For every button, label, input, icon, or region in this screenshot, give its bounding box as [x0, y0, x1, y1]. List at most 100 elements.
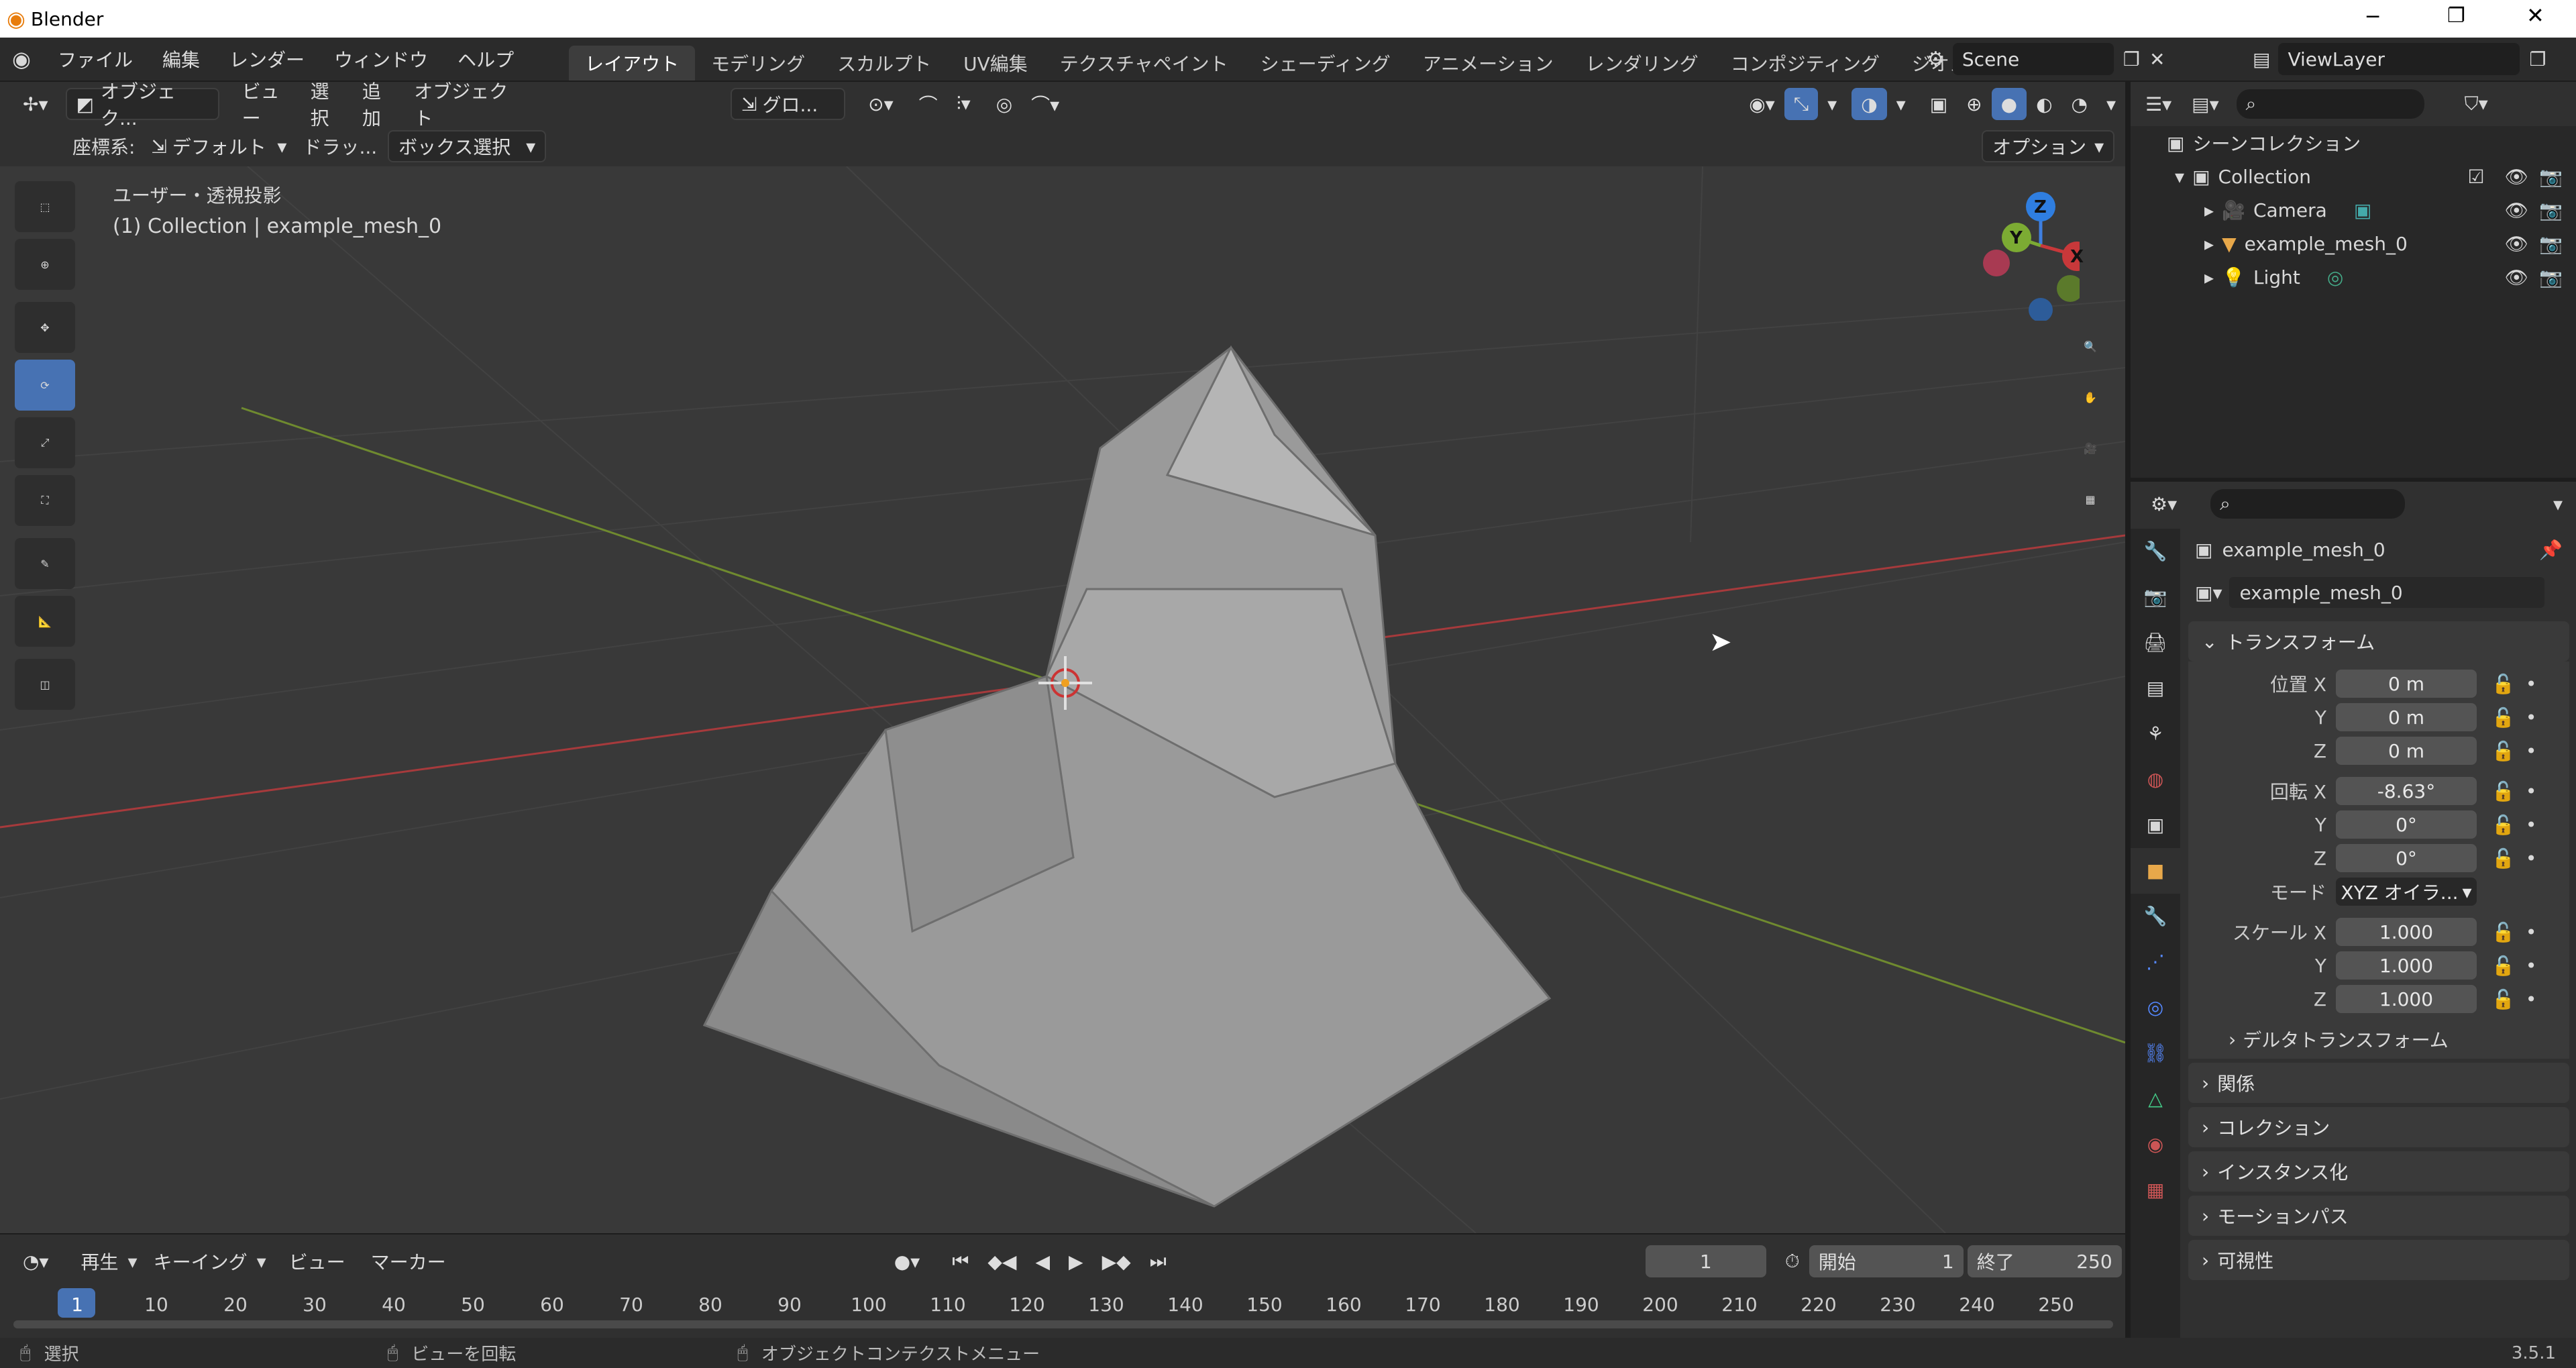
menu-playback[interactable]: 再生 [72, 1245, 128, 1277]
perspective-toggle-icon[interactable]: ▦ [2066, 475, 2114, 523]
wireframe-shading-icon[interactable]: ⊕ [1957, 88, 1991, 120]
datablock-name-field[interactable]: example_mesh_0 [2229, 577, 2544, 608]
snap-toggle-icon[interactable]: ⌒ [910, 88, 947, 120]
coord-dropdown[interactable]: ⇲ デフォルト ▾ [142, 130, 296, 162]
rotation-z-field[interactable]: 0° [2336, 844, 2477, 872]
editor-type-icon[interactable]: ✢▾ [13, 88, 58, 120]
keyframe-dot-icon[interactable]: • [2526, 921, 2537, 943]
lock-icon[interactable]: 🔓 [2491, 921, 2515, 943]
tab-rendering[interactable]: レンダリング [1570, 46, 1715, 81]
rotate-tool-icon[interactable]: ⟳ [15, 360, 75, 411]
outliner-item-camera[interactable]: ▸ 🎥 Camera ▣ 👁 📷 [2131, 193, 2576, 227]
chevron-down-icon[interactable]: ▾ [2553, 493, 2563, 515]
snap-target-icon[interactable]: ⫶▾ [947, 88, 980, 120]
gizmo-dropdown-icon[interactable]: ▾ [1818, 88, 1846, 120]
location-x-field[interactable]: 0 m [2336, 670, 2477, 698]
new-scene-icon[interactable]: ❐ [2123, 48, 2140, 70]
collection-row[interactable]: ▾ ▣ Collection ☑ 👁 📷 [2131, 160, 2576, 193]
play-reverse-icon[interactable]: ◀ [1026, 1245, 1059, 1277]
view-layer-name-field[interactable]: ViewLayer [2278, 43, 2520, 75]
tab-animation[interactable]: アニメーション [1407, 46, 1570, 81]
menu-view[interactable]: ビュー [233, 81, 301, 129]
xray-toggle-icon[interactable]: ▣ [1921, 88, 1957, 120]
transform-panel-header[interactable]: ⌄ トランスフォーム [2188, 621, 2569, 662]
light-data-icon[interactable]: ◎ [2327, 266, 2343, 288]
material-shading-icon[interactable]: ◐ [2027, 88, 2061, 120]
frame-start-field[interactable]: 開始 1 [1809, 1245, 1964, 1277]
eye-icon[interactable]: 👁 [2505, 199, 2529, 221]
prev-keyframe-icon[interactable]: ◆◀ [978, 1245, 1026, 1277]
eye-icon[interactable]: 👁 [2505, 166, 2529, 188]
visibility-icon[interactable]: ◉▾ [1739, 88, 1784, 120]
move-tool-icon[interactable]: ✥ [15, 302, 75, 353]
keyframe-dot-icon[interactable]: • [2526, 814, 2537, 836]
measure-tool-icon[interactable]: 📐 [15, 596, 75, 647]
modifier-tab-icon[interactable]: 🔧 [2131, 894, 2180, 939]
lock-icon[interactable]: 🔓 [2491, 780, 2515, 802]
camera-view-icon[interactable]: 🎥 [2066, 424, 2114, 472]
lock-icon[interactable]: 🔓 [2491, 706, 2515, 729]
menu-marker[interactable]: マーカー [362, 1245, 455, 1277]
render-camera-icon[interactable]: 📷 [2539, 233, 2563, 255]
panel-collections[interactable]: › コレクション [2188, 1107, 2569, 1147]
panel-visibility[interactable]: › 可視性 [2188, 1240, 2569, 1280]
tab-shading[interactable]: シェーディング [1244, 46, 1407, 81]
tab-modeling[interactable]: モデリング [695, 46, 821, 81]
menu-keying[interactable]: キーイング [144, 1245, 257, 1277]
rendered-shading-icon[interactable]: ◔ [2062, 88, 2097, 120]
jump-end-icon[interactable]: ⏭ [1140, 1245, 1176, 1277]
overlay-toggle-icon[interactable]: ◑ [1851, 88, 1887, 120]
select-box-tool-icon[interactable]: ⬚ [15, 181, 75, 232]
pivot-point-icon[interactable]: ⊙▾ [859, 88, 903, 120]
3d-viewport[interactable]: ユーザー・透視投影 (1) Collection | example_mesh_… [0, 126, 2125, 1233]
rotation-mode-dropdown[interactable]: XYZ オイラ... ▾ [2336, 878, 2477, 906]
render-camera-icon[interactable]: 📷 [2539, 266, 2563, 288]
camera-data-icon[interactable]: ▣ [2354, 199, 2371, 221]
view-layer-selector[interactable]: ▤ ViewLayer ❐ [2253, 42, 2546, 76]
object-tab-icon[interactable]: ■ [2131, 848, 2180, 894]
outliner-editor-icon[interactable]: ☰▾ [2145, 93, 2171, 115]
preview-range-icon[interactable]: ⏱ [1776, 1245, 1809, 1277]
timeline-editor-icon[interactable]: ◔▾ [13, 1245, 58, 1277]
menu-timeline-view[interactable]: ビュー [280, 1245, 355, 1277]
data-tab-icon[interactable]: △ [2131, 1076, 2180, 1122]
collection-tab-icon[interactable]: ▣ [2131, 802, 2180, 848]
panel-instancing[interactable]: › インスタンス化 [2188, 1151, 2569, 1192]
world-tab-icon[interactable]: ◍ [2131, 757, 2180, 802]
menu-help[interactable]: ヘルプ [443, 38, 529, 81]
pin-icon[interactable]: 📌 [2539, 539, 2563, 561]
drag-dropdown[interactable]: ボックス選択 ▾ [388, 130, 547, 162]
rotation-x-field[interactable]: -8.63° [2336, 777, 2477, 805]
tab-sculpt[interactable]: スカルプト [821, 46, 947, 81]
maximize-button[interactable]: ❐ [2447, 4, 2465, 28]
current-frame-field[interactable]: 1 [1645, 1245, 1766, 1277]
outliner-search-field[interactable]: ⌕ [2236, 89, 2424, 119]
add-cube-tool-icon[interactable]: ◫ [15, 659, 75, 710]
minimize-button[interactable]: ─ [2367, 5, 2379, 29]
lock-icon[interactable]: 🔓 [2491, 740, 2515, 762]
eye-icon[interactable]: 👁 [2505, 233, 2529, 255]
zoom-view-icon[interactable]: 🔍 [2066, 322, 2114, 370]
keyframe-dot-icon[interactable]: • [2526, 780, 2537, 802]
render-camera-icon[interactable]: 📷 [2539, 166, 2563, 188]
expand-arrow-icon[interactable]: ▸ [2204, 233, 2214, 255]
tab-texture-paint[interactable]: テクスチャペイント [1044, 46, 1244, 81]
lock-icon[interactable]: 🔓 [2491, 955, 2515, 977]
pan-view-icon[interactable]: ✋ [2066, 373, 2114, 421]
location-z-field[interactable]: 0 m [2336, 737, 2477, 765]
overlay-dropdown-icon[interactable]: ▾ [1887, 88, 1915, 120]
properties-search-field[interactable]: ⌕ [2210, 489, 2406, 519]
tool-tab-icon[interactable]: 🔧 [2131, 529, 2180, 574]
location-y-field[interactable]: 0 m [2336, 703, 2477, 731]
scene-name-field[interactable]: Scene [1952, 43, 2114, 75]
options-dropdown[interactable]: オプション ▾ [1982, 130, 2115, 162]
falloff-icon[interactable]: ⌒▾ [1022, 88, 1069, 120]
menu-window[interactable]: ウィンドウ [319, 38, 443, 81]
timeline-scrollbar[interactable] [13, 1320, 2113, 1328]
navigation-gizmo[interactable]: Z X Y [1979, 187, 2092, 322]
keyframe-dot-icon[interactable]: • [2526, 988, 2537, 1010]
render-camera-icon[interactable]: 📷 [2539, 199, 2563, 221]
keyframe-dot-icon[interactable]: • [2526, 740, 2537, 762]
display-mode-icon[interactable]: ▤▾ [2192, 93, 2219, 115]
auto-keying-icon[interactable]: ●▾ [885, 1245, 930, 1277]
